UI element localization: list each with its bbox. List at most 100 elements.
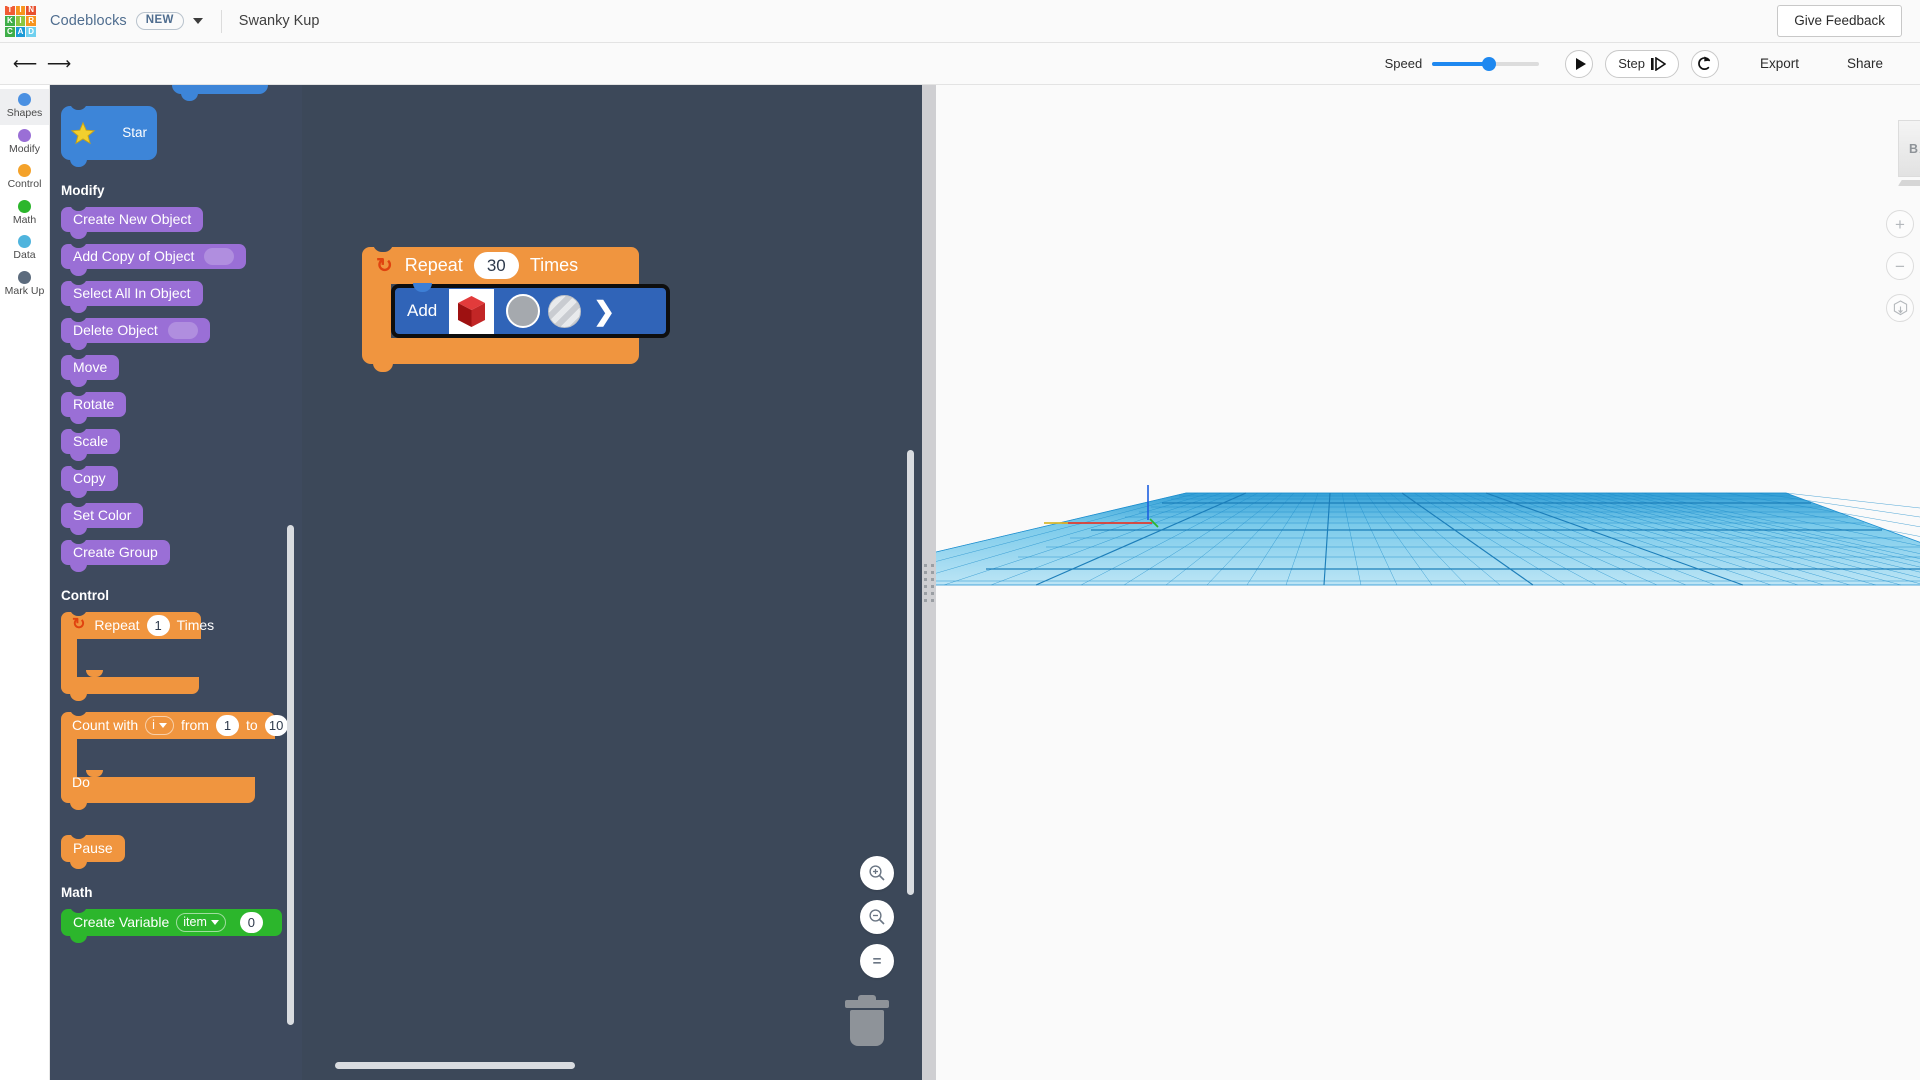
material-swatch-button[interactable] [548, 294, 582, 328]
document-title[interactable]: Swanky Kup [239, 13, 320, 29]
code-canvas[interactable]: ↻ Repeat 30 Times Add ❯ [302, 85, 922, 1080]
rail-item-label: Shapes [6, 107, 43, 119]
rail-item-modify[interactable]: Modify [0, 125, 49, 161]
rail-item-mark-up[interactable]: Mark Up [0, 267, 49, 303]
palette-block-pause[interactable]: Pause [61, 830, 125, 869]
export-button[interactable]: Export [1741, 48, 1818, 80]
step-forward-icon [1650, 56, 1666, 71]
palette-modify-blocks: Create New Object Add Copy of Object Selec… [50, 202, 302, 577]
shape-block-star-yellow[interactable]: Star [61, 101, 157, 167]
palette-block-add-copy-of-object[interactable]: Add Copy of Object [61, 239, 247, 276]
palette-block-repeat[interactable]: ↻ Repeat 1 Times [61, 607, 214, 701]
minus-icon: − [1895, 256, 1905, 276]
canvas-vertical-scrollbar[interactable] [907, 450, 914, 895]
zoom-out-icon [869, 909, 885, 925]
speed-label: Speed [1384, 56, 1423, 71]
share-button[interactable]: Share [1828, 48, 1902, 80]
chevron-down-icon[interactable] [192, 18, 203, 24]
count-with-to-input[interactable]: 10 [264, 714, 288, 736]
rail-item-control[interactable]: Control [0, 160, 49, 196]
create-variable-value-input[interactable]: 0 [239, 911, 263, 933]
redo-button[interactable]: ⟶ [42, 49, 76, 79]
palette-block-create-group[interactable]: Create Group [61, 535, 170, 572]
rail-item-data[interactable]: Data [0, 231, 49, 267]
palette-block-create-variable[interactable]: Create Variable item 0 [61, 904, 282, 943]
speed-slider-knob[interactable] [1482, 56, 1497, 71]
palette-block-label: Scale [73, 433, 109, 449]
rail-dot-icon [18, 199, 31, 213]
count-with-left-spine [61, 738, 77, 777]
play-button[interactable] [1565, 49, 1594, 78]
canvas-zoom-out-button[interactable] [860, 900, 894, 934]
canvas-zoom-in-button[interactable] [860, 856, 894, 890]
palette-block-create-new-object[interactable]: Create New Object [61, 202, 204, 239]
rail-dot-icon [18, 93, 31, 106]
program-repeat-suffix: Times [529, 255, 579, 275]
view-cube-face-back[interactable]: BACK [1898, 120, 1920, 177]
grip-dots-icon [924, 563, 934, 602]
program-repeat-header[interactable]: ↻ Repeat 30 Times [362, 243, 639, 284]
palette-block-move[interactable]: Move [61, 350, 120, 387]
3d-viewport[interactable]: BACK + − [936, 85, 1920, 1080]
fit-view-control[interactable] [1886, 294, 1914, 322]
color-swatch-button[interactable] [506, 294, 541, 328]
repeat-body-slot[interactable] [61, 638, 201, 677]
undo-button[interactable]: ⟵ [8, 49, 42, 79]
canvas-zoom-reset-button[interactable]: = [860, 944, 894, 978]
pause-label: Pause [73, 840, 113, 856]
create-variable-dropdown[interactable]: item [176, 912, 226, 932]
speed-slider-fill [1432, 61, 1490, 66]
add-shape-block[interactable]: Add ❯ [391, 283, 670, 347]
give-feedback-button[interactable]: Give Feedback [1777, 5, 1902, 37]
program-repeat-body: Add ❯ [362, 283, 670, 347]
palette-block-object-slot[interactable] [167, 321, 198, 339]
rail-dot-icon [18, 164, 31, 178]
palette-block-select-all-in-object[interactable]: Select All In Object [61, 276, 203, 313]
palette-block-count-with[interactable]: Count with i from 1 to 10 Do [61, 707, 288, 810]
step-label: Step [1618, 56, 1645, 71]
panel-resize-handle[interactable] [922, 85, 936, 1080]
palette-scrollbar[interactable] [287, 525, 294, 1025]
palette-block-scale[interactable]: Scale [61, 424, 121, 461]
create-variable-label: Create Variable [73, 914, 170, 930]
palette-block-label: Select All In Object [73, 285, 191, 301]
palette-group-title-math: Math [61, 884, 93, 900]
tinkercad-logo[interactable]: TINKIRCAD [5, 5, 36, 37]
red-cube-thumb[interactable] [449, 288, 495, 334]
step-button[interactable]: Step [1605, 49, 1679, 78]
zoom-in-control[interactable]: + [1886, 210, 1914, 238]
count-with-from-input[interactable]: 1 [215, 714, 239, 736]
program-repeat-prefix: Repeat [404, 255, 463, 275]
top-bar: TINKIRCAD Codeblocks NEW Swanky Kup Give… [0, 0, 1920, 43]
palette-block-rotate[interactable]: Rotate [61, 387, 127, 424]
repeat-loop-icon: ↻ [72, 616, 86, 633]
count-with-variable-dropdown[interactable]: i [145, 715, 174, 735]
logo-tile-n-2: N [26, 5, 36, 16]
count-with-variable-label: i [152, 718, 155, 732]
palette-block-object-slot[interactable] [204, 247, 235, 265]
repeat-suffix-label: Times [176, 617, 215, 633]
brand-label: Codeblocks [50, 13, 127, 29]
program-repeat-count-input[interactable]: 30 [473, 252, 519, 279]
trash-can[interactable] [845, 995, 889, 1048]
palette-block-delete-object[interactable]: Delete Object [61, 313, 210, 350]
rail-item-shapes[interactable]: Shapes [0, 89, 49, 125]
palette-block-copy[interactable]: Copy [61, 461, 118, 498]
restart-button[interactable] [1690, 49, 1719, 78]
palette-block-set-color[interactable]: Set Color [61, 498, 144, 535]
palette-block-label: Create New Object [73, 211, 192, 227]
zoom-out-control[interactable]: − [1886, 252, 1914, 280]
repeat-count-input[interactable]: 1 [146, 614, 170, 636]
palette-group-title-control: Control [61, 587, 109, 603]
palette-block-label: Move [73, 359, 108, 375]
rail-item-math[interactable]: Math [0, 196, 49, 232]
add-block-label: Add [407, 301, 438, 320]
speed-slider[interactable] [1432, 56, 1540, 72]
create-variable-name-label: item [183, 915, 207, 929]
view-cube[interactable]: BACK [1898, 120, 1920, 186]
chevron-right-icon[interactable]: ❯ [593, 298, 615, 324]
program-stack[interactable]: ↻ Repeat 30 Times Add ❯ [362, 243, 670, 372]
canvas-horizontal-scrollbar[interactable] [335, 1062, 575, 1069]
shape-block-star-teal[interactable]: Star [172, 85, 269, 101]
repeat-header: ↻ Repeat 1 Times [61, 611, 214, 639]
